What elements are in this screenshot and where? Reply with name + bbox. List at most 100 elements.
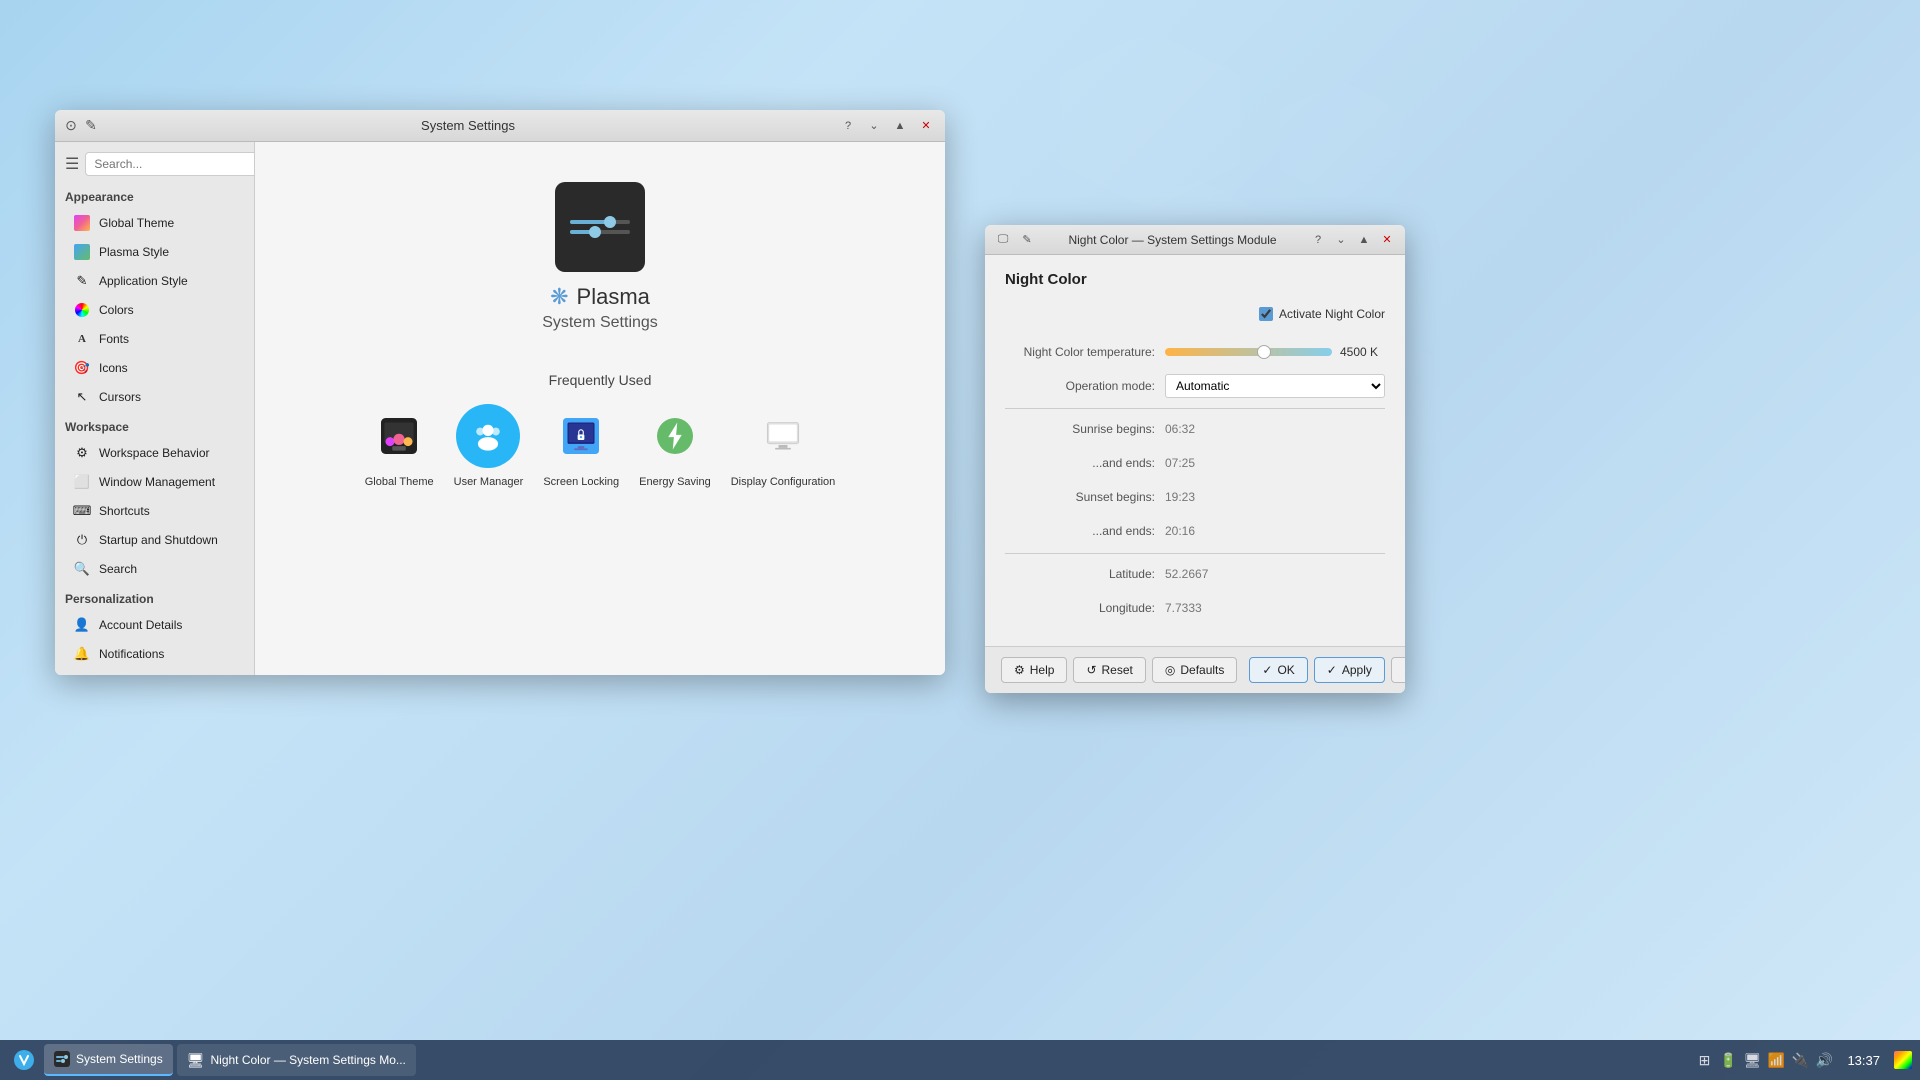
plasma-name: ❋ Plasma <box>550 284 650 310</box>
dialog-separator <box>1005 408 1385 409</box>
taskbar-clock[interactable]: 13:37 <box>1839 1053 1888 1068</box>
sunrise-ends-value: 07:25 <box>1165 456 1385 470</box>
close-window-button[interactable]: ✕ <box>915 115 937 137</box>
plasma-label: Plasma <box>577 284 650 310</box>
system-settings-taskbar-icon <box>54 1051 70 1067</box>
help-icon: ⚙ <box>1014 663 1025 677</box>
pin-button[interactable]: ⊙ <box>63 118 79 134</box>
sidebar-item-global-theme[interactable]: Global Theme <box>59 209 250 237</box>
dialog-ok-btn[interactable]: ✓ OK <box>1249 657 1307 683</box>
sidebar-item-notifications[interactable]: 🔔 Notifications <box>59 640 250 668</box>
sidebar-item-account-details[interactable]: 👤 Account Details <box>59 611 250 639</box>
freq-item-energy-saving[interactable]: Energy Saving <box>639 404 711 488</box>
sunrise-ends-label: ...and ends: <box>1005 456 1165 470</box>
energy-saving-svg <box>657 418 693 454</box>
sunrise-begins-value: 06:32 <box>1165 422 1385 436</box>
dialog-apply-btn[interactable]: ✓ Apply <box>1314 657 1385 683</box>
temperature-value: 4500 K <box>1340 345 1385 359</box>
slider-track-1 <box>570 220 630 224</box>
sidebar-label-window-management: Window Management <box>99 475 215 489</box>
dialog-close-button[interactable]: ✕ <box>1377 230 1397 250</box>
sidebar-label-fonts: Fonts <box>99 332 129 346</box>
temperature-slider-thumb[interactable] <box>1257 345 1271 359</box>
dialog-titlebar: 🖵 ✎ Night Color — System Settings Module… <box>985 225 1405 255</box>
sidebar: ☰ Appearance Global Theme Plasma Style ✎… <box>55 142 255 675</box>
dialog-reset-btn[interactable]: ↺ Reset <box>1073 657 1145 683</box>
sidebar-item-cursors[interactable]: ↖ Cursors <box>59 383 250 411</box>
plasma-slider-graphic <box>570 214 630 240</box>
ok-btn-label: OK <box>1277 663 1294 677</box>
minimize-button[interactable]: ⌄ <box>863 115 885 137</box>
window-body: ☰ Appearance Global Theme Plasma Style ✎… <box>55 142 945 675</box>
maximize-button[interactable]: ▲ <box>889 115 911 137</box>
screen-locking-svg <box>563 418 599 454</box>
tray-network2-icon[interactable]: 📶 <box>1767 1051 1785 1069</box>
sunset-ends-row: ...and ends: 20:16 <box>1005 519 1385 543</box>
dialog-separator-2 <box>1005 553 1385 554</box>
workspace-behavior-icon: ⚙ <box>73 444 91 462</box>
sidebar-item-shortcuts[interactable]: ⌨ Shortcuts <box>59 497 250 525</box>
sidebar-item-search[interactable]: 🔍 Search <box>59 555 250 583</box>
dialog-screen-button[interactable]: 🖵 <box>993 230 1013 250</box>
operation-mode-select[interactable]: Automatic <box>1165 374 1385 398</box>
latitude-label: Latitude: <box>1005 567 1165 581</box>
application-style-icon: ✎ <box>73 272 91 290</box>
sunset-begins-label: Sunset begins: <box>1005 490 1165 504</box>
dialog-body: Night Color Activate Night Color Night C… <box>985 255 1405 646</box>
sidebar-item-plasma-style[interactable]: Plasma Style <box>59 238 250 266</box>
hamburger-icon[interactable]: ☰ <box>63 152 81 176</box>
tray-battery2-icon[interactable]: 🔌 <box>1791 1051 1809 1069</box>
tray-network-icon[interactable]: ⊞ <box>1695 1051 1713 1069</box>
sidebar-item-startup-shutdown[interactable]: ⏻ Startup and Shutdown <box>59 526 250 554</box>
freq-item-user-manager[interactable]: User Manager <box>454 404 524 488</box>
dialog-defaults-btn[interactable]: ◎ Defaults <box>1152 657 1238 683</box>
sunset-ends-label: ...and ends: <box>1005 524 1165 538</box>
sidebar-item-window-management[interactable]: ⬜ Window Management <box>59 468 250 496</box>
activate-night-color-checkbox[interactable] <box>1259 307 1273 321</box>
temperature-slider-track[interactable] <box>1165 348 1332 356</box>
frequently-used-title: Frequently Used <box>549 372 652 388</box>
frequently-used-grid: Global Theme User Manager <box>365 404 836 488</box>
sidebar-item-icons[interactable]: 🎯 Icons <box>59 354 250 382</box>
taskbar-start-button[interactable] <box>8 1044 40 1076</box>
freq-item-global-theme[interactable]: Global Theme <box>365 404 434 488</box>
dialog-help-btn[interactable]: ⚙ Help <box>1001 657 1067 683</box>
dialog-title-controls-left: 🖵 ✎ <box>993 230 1037 250</box>
sunrise-begins-label: Sunrise begins: <box>1005 422 1165 436</box>
system-settings-window: ⊙ ✎ System Settings ? ⌄ ▲ ✕ ☰ Appearance… <box>55 110 945 675</box>
sidebar-item-workspace-behavior[interactable]: ⚙ Workspace Behavior <box>59 439 250 467</box>
dialog-minimize-button[interactable]: ⌄ <box>1331 230 1351 250</box>
window-controls: ? ⌄ ▲ ✕ <box>837 115 937 137</box>
tray-display-icon[interactable]: 🖥 <box>1743 1051 1761 1069</box>
sidebar-item-regional-settings[interactable]: 🌐 Regional Settings <box>59 669 250 675</box>
dialog-cancel-btn[interactable]: ✕ Cancel <box>1391 657 1405 683</box>
tray-volume-icon[interactable]: 🔊 <box>1815 1051 1833 1069</box>
personalization-section-title: Personalization <box>55 584 254 610</box>
reset-btn-label: Reset <box>1102 663 1133 677</box>
dialog-edit-button[interactable]: ✎ <box>1017 230 1037 250</box>
sidebar-item-application-style[interactable]: ✎ Application Style <box>59 267 250 295</box>
workspace-section-title: Workspace <box>55 412 254 438</box>
search-input[interactable] <box>85 152 255 176</box>
freq-label-display-configuration: Display Configuration <box>731 476 836 488</box>
freq-item-display-configuration[interactable]: Display Configuration <box>731 404 836 488</box>
taskbar-app-night-color[interactable]: 🖥 Night Color — System Settings Mo... <box>177 1044 416 1076</box>
settings-button[interactable]: ✎ <box>83 118 99 134</box>
dialog-restore-button[interactable]: ▲ <box>1354 230 1374 250</box>
color-square-icon <box>1894 1051 1912 1069</box>
sidebar-item-colors[interactable]: Colors <box>59 296 250 324</box>
dialog-help-button[interactable]: ? <box>1308 230 1328 250</box>
sidebar-label-global-theme: Global Theme <box>99 216 174 230</box>
sidebar-item-fonts[interactable]: A Fonts <box>59 325 250 353</box>
freq-item-screen-locking[interactable]: Screen Locking <box>543 404 619 488</box>
freq-icon-energy-saving <box>643 404 707 468</box>
sidebar-label-startup-shutdown: Startup and Shutdown <box>99 533 218 547</box>
tray-battery-icon[interactable]: 🔋 <box>1719 1051 1737 1069</box>
kde-logo-icon <box>13 1049 35 1071</box>
defaults-btn-label: Defaults <box>1180 663 1224 677</box>
help-window-button[interactable]: ? <box>837 115 859 137</box>
titlebar-left-controls: ⊙ ✎ <box>63 118 99 134</box>
taskbar-app-system-settings[interactable]: System Settings <box>44 1044 173 1076</box>
shortcuts-icon: ⌨ <box>73 502 91 520</box>
temperature-row: Night Color temperature: 4500 K <box>1005 340 1385 364</box>
